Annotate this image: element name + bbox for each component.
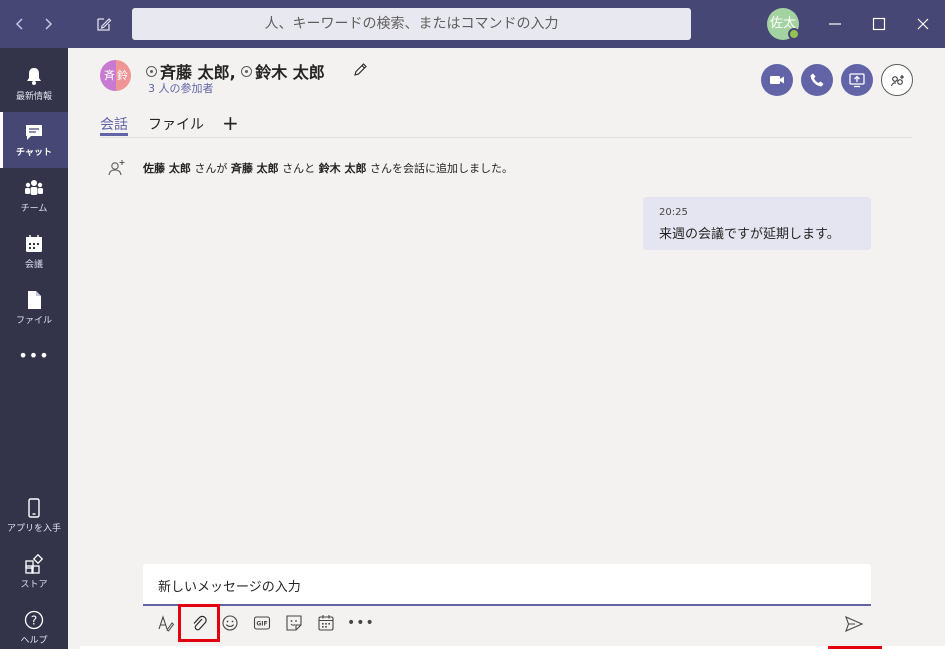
forward-arrow-icon[interactable] bbox=[38, 12, 58, 36]
rail-label: ファイル bbox=[15, 316, 52, 326]
add-people-icon bbox=[891, 75, 904, 87]
bell-icon bbox=[24, 66, 44, 86]
message-text: 来週の会議ですが延期します。 bbox=[659, 227, 840, 242]
close-icon[interactable] bbox=[911, 12, 935, 36]
maximize-icon[interactable] bbox=[867, 12, 891, 36]
svg-text:GIF: GIF bbox=[256, 621, 267, 628]
share-screen-icon bbox=[849, 73, 865, 88]
schedule-meeting-button[interactable] bbox=[315, 612, 337, 634]
participants-link[interactable]: 3 人の参加者 bbox=[148, 80, 214, 96]
rail-label: ヘルプ bbox=[20, 636, 48, 646]
title-bar: 人、キーワードの検索、またはコマンドの入力 佐太 bbox=[0, 0, 945, 48]
message-bubble[interactable]: 20:25 来週の会議ですが延期します。 bbox=[643, 197, 871, 250]
gif-button[interactable]: GIF bbox=[251, 612, 273, 634]
add-tab-button[interactable]: + bbox=[222, 111, 239, 135]
video-call-button[interactable] bbox=[761, 64, 793, 96]
rail-item-get-app[interactable]: アプリを入手 bbox=[0, 488, 68, 544]
more-icon: ••• bbox=[18, 346, 50, 365]
tab-files[interactable]: ファイル bbox=[148, 114, 204, 134]
store-icon bbox=[24, 553, 44, 574]
rail-item-chat[interactable]: チャット bbox=[0, 112, 68, 168]
rail-label: アプリを入手 bbox=[6, 524, 61, 534]
rail-item-meetings[interactable]: 会議 bbox=[0, 224, 68, 280]
rail-more-button[interactable]: ••• bbox=[0, 336, 68, 392]
rail-item-store[interactable]: ストア bbox=[0, 544, 68, 600]
format-icon bbox=[158, 615, 175, 632]
back-arrow-icon[interactable] bbox=[10, 12, 30, 36]
more-options-button[interactable]: ••• bbox=[347, 612, 374, 634]
share-screen-button[interactable] bbox=[841, 64, 873, 96]
active-tab-indicator bbox=[100, 133, 128, 136]
format-button[interactable] bbox=[155, 612, 177, 634]
presence-badge bbox=[788, 28, 800, 40]
search-input[interactable]: 人、キーワードの検索、またはコマンドの入力 bbox=[132, 8, 691, 40]
rail-label: チャット bbox=[16, 148, 52, 158]
message-time: 20:25 bbox=[659, 207, 688, 218]
gif-icon: GIF bbox=[253, 616, 271, 630]
rail-item-help[interactable]: ? ヘルプ bbox=[0, 600, 68, 649]
calendar-icon bbox=[318, 615, 334, 631]
message-compose-input[interactable]: 新しいメッセージの入力 bbox=[143, 564, 871, 606]
compose-placeholder: 新しいメッセージの入力 bbox=[158, 580, 301, 595]
rail-label: ストア bbox=[20, 580, 48, 590]
attach-highlight-box bbox=[178, 604, 220, 642]
rail-label: チーム bbox=[20, 204, 48, 214]
help-icon: ? bbox=[24, 610, 44, 630]
rail-item-teams[interactable]: チーム bbox=[0, 168, 68, 224]
new-chat-icon[interactable] bbox=[94, 14, 114, 34]
tab-conversation[interactable]: 会話 bbox=[100, 114, 128, 134]
teams-icon bbox=[24, 178, 44, 198]
app-rail: 最新情報 チャット チーム 会議 ファイル ••• アプリを入手 ストア ? ヘ… bbox=[0, 48, 68, 649]
phone-icon bbox=[810, 73, 824, 87]
send-icon[interactable] bbox=[844, 614, 864, 634]
video-icon bbox=[770, 76, 784, 84]
mobile-icon bbox=[24, 498, 44, 518]
rail-label: 会議 bbox=[24, 260, 43, 270]
sticker-button[interactable] bbox=[283, 612, 305, 634]
rail-item-activity[interactable]: 最新情報 bbox=[0, 56, 68, 112]
emoji-button[interactable] bbox=[219, 612, 241, 634]
sticker-icon bbox=[286, 615, 302, 631]
audio-call-button[interactable] bbox=[801, 64, 833, 96]
rail-label: 最新情報 bbox=[15, 92, 52, 102]
minimize-icon[interactable] bbox=[823, 12, 847, 36]
emoji-icon bbox=[222, 615, 238, 631]
rail-item-files[interactable]: ファイル bbox=[0, 280, 68, 336]
chat-icon bbox=[24, 122, 44, 142]
add-people-button[interactable] bbox=[881, 64, 913, 96]
person-added-icon bbox=[106, 158, 126, 178]
svg-text:?: ? bbox=[31, 614, 37, 628]
file-icon bbox=[24, 290, 44, 310]
header-divider bbox=[100, 137, 912, 138]
status-ring-icon bbox=[146, 66, 157, 77]
status-ring-icon bbox=[241, 66, 253, 77]
calendar-icon bbox=[24, 234, 44, 254]
pencil-icon[interactable] bbox=[352, 62, 368, 78]
group-avatar: 斉 鈴 bbox=[100, 60, 131, 91]
system-message: 佐藤 太郎 さんが 斉藤 太郎 さんと 鈴木 太郎 さんを会話に追加しました。 bbox=[143, 162, 514, 175]
